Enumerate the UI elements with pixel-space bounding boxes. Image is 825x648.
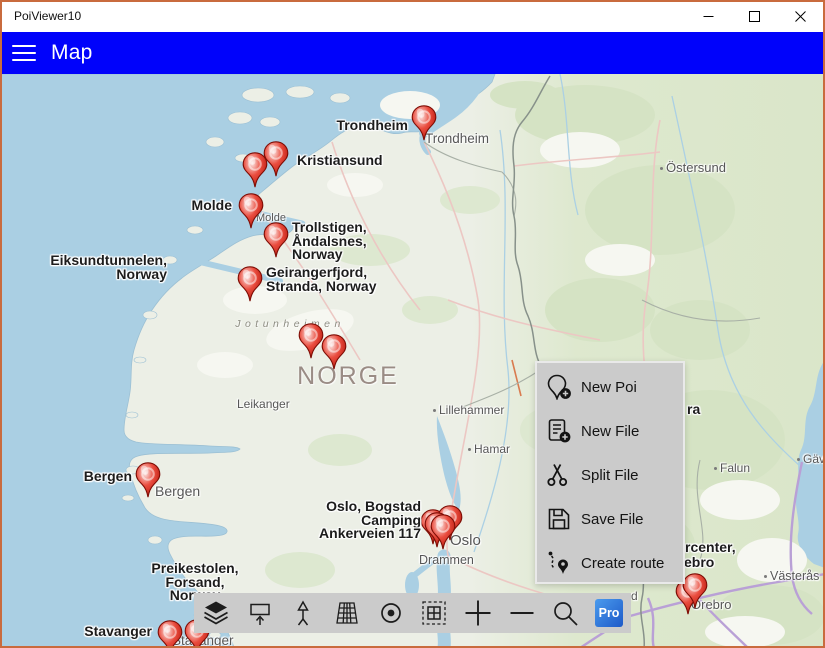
file-add-icon bbox=[537, 418, 581, 444]
search-icon bbox=[550, 598, 580, 628]
map-pin[interactable] bbox=[430, 514, 456, 550]
page-title: Map bbox=[51, 41, 92, 65]
grid-3d-icon bbox=[332, 598, 362, 628]
close-icon bbox=[795, 11, 806, 22]
menu-item-label: New Poi bbox=[581, 379, 637, 396]
search-button[interactable] bbox=[545, 593, 585, 633]
map-pin[interactable] bbox=[682, 573, 708, 609]
compass-north-button[interactable] bbox=[283, 593, 323, 633]
map-canvas[interactable] bbox=[0, 0, 825, 648]
menu-item-new-poi[interactable]: New Poi bbox=[537, 365, 683, 409]
menu-item-label: Save File bbox=[581, 511, 644, 528]
close-button[interactable] bbox=[777, 0, 823, 32]
map-pin[interactable] bbox=[238, 193, 264, 229]
menu-item-create-route[interactable]: Create route bbox=[537, 541, 683, 585]
hamburger-menu-icon[interactable] bbox=[12, 45, 36, 61]
zoom-in-button[interactable] bbox=[458, 593, 498, 633]
pro-button[interactable]: Pro bbox=[589, 593, 629, 633]
zoom-out-button[interactable] bbox=[502, 593, 542, 633]
menu-item-split-file[interactable]: Split File bbox=[537, 453, 683, 497]
streetside-icon bbox=[245, 598, 275, 628]
layers-button[interactable] bbox=[196, 593, 236, 633]
select-region-button[interactable] bbox=[414, 593, 454, 633]
map-context-menu: New Poi New File Split File bbox=[535, 361, 685, 584]
map-pin[interactable] bbox=[263, 141, 289, 177]
map-toolbar: Pro bbox=[194, 593, 631, 633]
menu-item-save-file[interactable]: Save File bbox=[537, 497, 683, 541]
minimize-icon bbox=[703, 11, 714, 22]
maximize-button[interactable] bbox=[731, 0, 777, 32]
select-region-icon bbox=[419, 598, 449, 628]
map-pin[interactable] bbox=[237, 266, 263, 302]
plus-icon bbox=[462, 597, 494, 629]
pro-badge: Pro bbox=[595, 599, 623, 627]
compass-north-icon bbox=[288, 598, 318, 628]
map-pin[interactable] bbox=[321, 334, 347, 370]
map-pin[interactable] bbox=[411, 105, 437, 141]
streetside-button[interactable] bbox=[240, 593, 280, 633]
map-pin[interactable] bbox=[157, 620, 183, 648]
grid-3d-button[interactable] bbox=[327, 593, 367, 633]
minimize-button[interactable] bbox=[685, 0, 731, 32]
layers-icon bbox=[201, 598, 231, 628]
route-pin-icon bbox=[537, 550, 581, 576]
map-pin[interactable] bbox=[135, 462, 161, 498]
scissors-icon bbox=[537, 462, 581, 488]
menu-item-label: Split File bbox=[581, 467, 639, 484]
maximize-icon bbox=[749, 11, 760, 22]
window-controls bbox=[685, 0, 823, 32]
window-title: PoiViewer10 bbox=[14, 9, 81, 23]
menu-item-label: Create route bbox=[581, 555, 664, 572]
floppy-icon bbox=[537, 506, 581, 532]
locate-icon bbox=[376, 598, 406, 628]
menu-item-new-file[interactable]: New File bbox=[537, 409, 683, 453]
titlebar: PoiViewer10 bbox=[0, 0, 825, 32]
app-header: Map bbox=[0, 32, 825, 74]
menu-item-label: New File bbox=[581, 423, 639, 440]
locate-button[interactable] bbox=[371, 593, 411, 633]
map-pin[interactable] bbox=[263, 222, 289, 258]
minus-icon bbox=[506, 597, 538, 629]
pin-add-icon bbox=[537, 374, 581, 400]
